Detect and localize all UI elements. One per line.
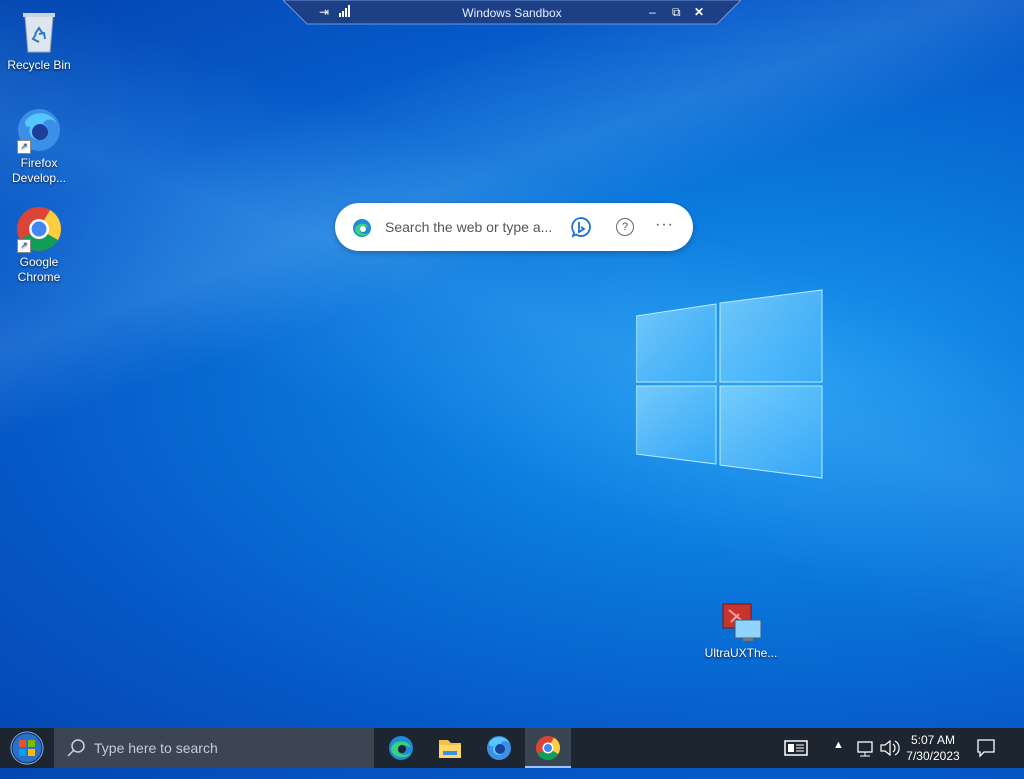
restore-icon[interactable]: ⧉ (672, 5, 681, 20)
edge-icon (351, 217, 373, 244)
wallpaper-beam (0, 0, 1024, 728)
desktop-icon-label: UltraUXThe... (704, 646, 778, 660)
desktop-icon-label: Firefox (20, 156, 58, 170)
taskbar-clock-time[interactable]: 5:07 AM (905, 733, 961, 747)
bing-chat-icon[interactable] (570, 216, 592, 243)
close-icon[interactable]: ✕ (694, 5, 704, 19)
taskbar-chrome-button[interactable] (525, 728, 571, 768)
recycle-bin-icon (15, 8, 63, 56)
taskbar-search-box[interactable]: Type here to search (54, 728, 374, 768)
search-icon (67, 739, 85, 757)
volume-icon[interactable] (878, 728, 900, 768)
notifications-icon[interactable] (974, 728, 998, 768)
edge-search-widget[interactable]: Search the web or type a... ? ··· (335, 203, 693, 251)
show-hidden-icons-icon[interactable]: ▲ (833, 739, 844, 779)
shortcut-arrow-icon: ↗ (17, 239, 31, 253)
start-orb-icon (10, 731, 44, 765)
windows-logo (636, 289, 823, 479)
desktop-icon-label: Develop... (11, 171, 67, 185)
desktop-icon-recycle-bin[interactable]: Recycle Bin (1, 8, 77, 73)
help-icon[interactable]: ? (616, 218, 634, 236)
desktop-icon-label: Chrome (17, 270, 61, 284)
news-widget-icon[interactable] (782, 728, 810, 768)
firefox-developer-icon: ↗ (15, 106, 63, 154)
start-button[interactable] (0, 728, 54, 768)
edge-icon (389, 736, 413, 760)
file-explorer-icon (439, 740, 461, 758)
firefox-icon (487, 736, 511, 760)
desktop-icon-ultrauxthemepatcher[interactable]: UltraUXThe... (703, 602, 779, 661)
desktop-icon-label: Google (19, 255, 59, 269)
wallpaper-beam (0, 0, 1024, 728)
taskbar-firefox-button[interactable] (476, 728, 522, 768)
ultrauxthemepatcher-icon (717, 602, 765, 644)
search-widget-placeholder[interactable]: Search the web or type a... (385, 219, 552, 235)
minimize-icon[interactable]: – (649, 5, 656, 19)
chrome-icon: ↗ (15, 205, 63, 253)
taskbar-file-explorer-button[interactable] (427, 728, 473, 768)
taskbar: Type here to search ▲ 5:07 AM 7/30/2023 (0, 728, 1024, 768)
more-options-icon[interactable]: ··· (655, 216, 674, 234)
desktop-icon-label: Recycle Bin (7, 58, 71, 72)
sandbox-title-bar: ⇥ Windows Sandbox – ⧉ ✕ (283, 0, 741, 26)
desktop-icon-firefox-developer[interactable]: ↗ Firefox Develop... (1, 106, 77, 186)
desktop-icon-google-chrome[interactable]: ↗ Google Chrome (1, 205, 77, 285)
taskbar-search-placeholder: Type here to search (94, 740, 218, 756)
chrome-icon (536, 736, 560, 761)
shortcut-arrow-icon: ↗ (17, 140, 31, 154)
taskbar-edge-button[interactable] (378, 728, 424, 768)
network-icon[interactable] (855, 728, 875, 768)
taskbar-clock-date[interactable]: 7/30/2023 (905, 749, 961, 763)
